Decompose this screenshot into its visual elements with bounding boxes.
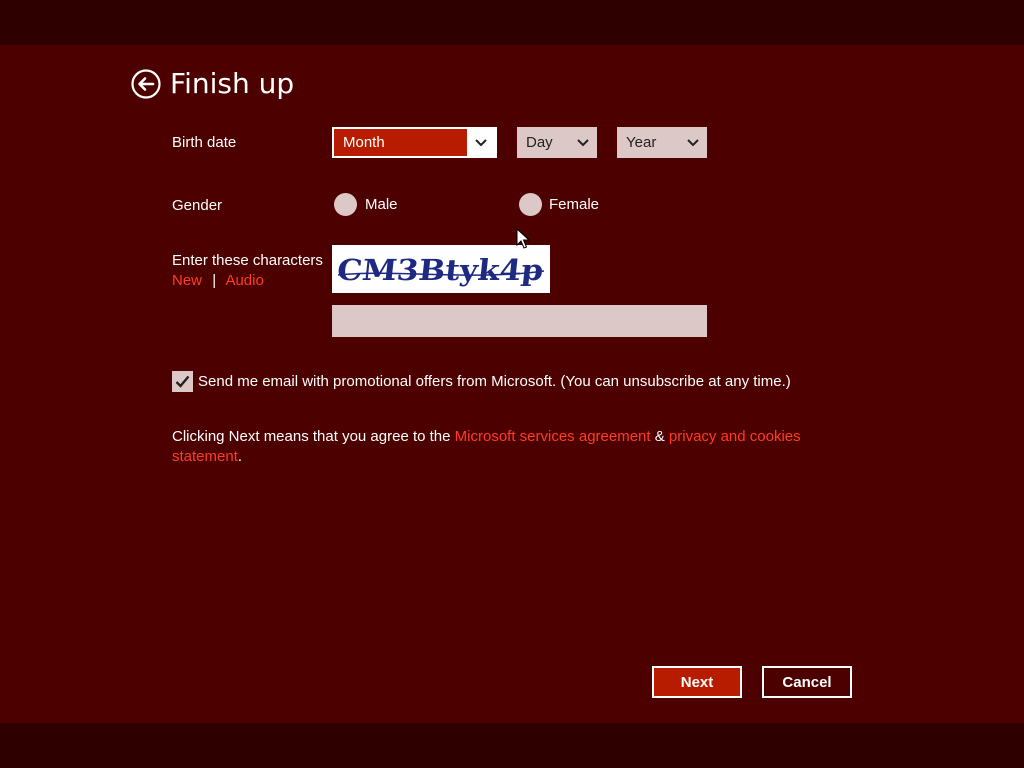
agreement-text: Clicking Next means that you agree to th… [172,427,812,467]
gender-male-label: Male [365,196,398,213]
chevron-down-icon [679,127,707,158]
captcha-text: CM3Btyk4p [336,253,546,287]
captcha-links: New | Audio [172,271,264,291]
month-select-value: Month [343,134,385,151]
gender-female-label: Female [549,196,600,213]
promo-label: Send me email with promotional offers fr… [198,373,791,390]
services-agreement-link[interactable]: Microsoft services agreement [455,428,651,445]
captcha-new-link[interactable]: New [172,272,202,289]
captcha-image: CM3Btyk4p [332,245,550,293]
checkmark-icon [175,375,190,388]
gender-label: Gender [172,197,223,214]
promo-checkbox[interactable] [172,371,193,392]
next-button[interactable]: Next [652,666,742,698]
cancel-button[interactable]: Cancel [762,666,852,698]
day-select-value: Day [526,134,553,151]
chevron-down-icon [467,129,495,156]
captcha-input[interactable] [332,305,707,337]
back-button[interactable] [131,69,161,99]
month-select[interactable]: Month [332,127,497,158]
agreement-prefix: Clicking Next means that you agree to th… [172,428,455,445]
captcha-link-separator: | [212,272,217,289]
mouse-cursor-icon [516,228,530,249]
agreement-ampersand: & [650,428,669,445]
year-select[interactable]: Year [617,127,707,158]
bottom-band [0,723,1024,768]
captcha-label: Enter these characters [172,252,323,269]
gender-female-radio[interactable] [519,193,542,216]
birth-date-label: Birth date [172,134,237,151]
chevron-down-icon [569,127,597,158]
back-arrow-circle-icon [131,69,161,99]
gender-male-radio[interactable] [334,193,357,216]
top-band [0,0,1024,45]
captcha-audio-link[interactable]: Audio [225,272,263,289]
page-title: Finish up [170,67,295,100]
day-select[interactable]: Day [517,127,597,158]
year-select-value: Year [626,134,657,151]
agreement-suffix: . [237,448,243,465]
